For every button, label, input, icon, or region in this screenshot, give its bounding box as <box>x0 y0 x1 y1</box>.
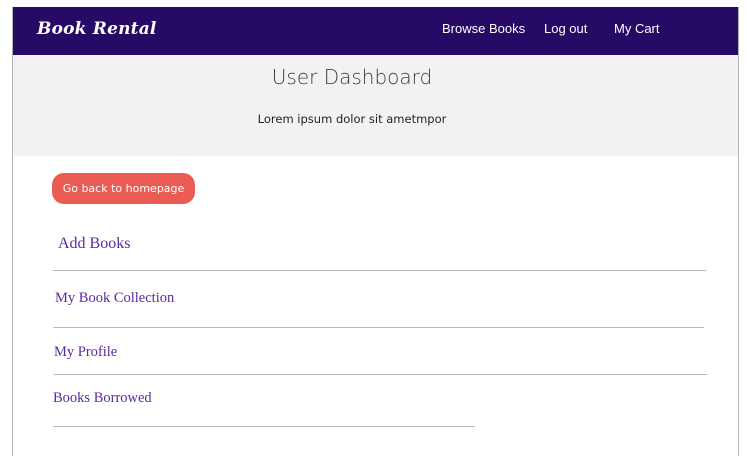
divider <box>53 270 706 271</box>
divider <box>54 374 707 375</box>
brand-logo[interactable]: Book Rental <box>37 19 157 39</box>
page-title: User Dashboard <box>271 65 433 89</box>
nav-link-log-out[interactable]: Log out <box>544 21 587 36</box>
divider <box>53 426 475 427</box>
nav-link-my-cart[interactable]: My Cart <box>614 21 660 36</box>
navbar: Book Rental Browse Books Log out My Cart <box>13 7 738 55</box>
menu-link-my-book-collection[interactable]: My Book Collection <box>55 290 174 307</box>
page-subtitle: Lorem ipsum dolor sit ametmpor <box>257 112 447 126</box>
menu-link-books-borrowed[interactable]: Books Borrowed <box>53 390 152 407</box>
divider <box>53 327 704 328</box>
browser-viewport: Book Rental Browse Books Log out My Cart… <box>12 7 739 456</box>
back-to-homepage-button[interactable]: Go back to homepage <box>52 173 195 204</box>
menu-link-my-profile[interactable]: My Profile <box>54 344 117 361</box>
nav-link-browse-books[interactable]: Browse Books <box>442 21 525 36</box>
menu-link-add-books[interactable]: Add Books <box>58 235 130 253</box>
